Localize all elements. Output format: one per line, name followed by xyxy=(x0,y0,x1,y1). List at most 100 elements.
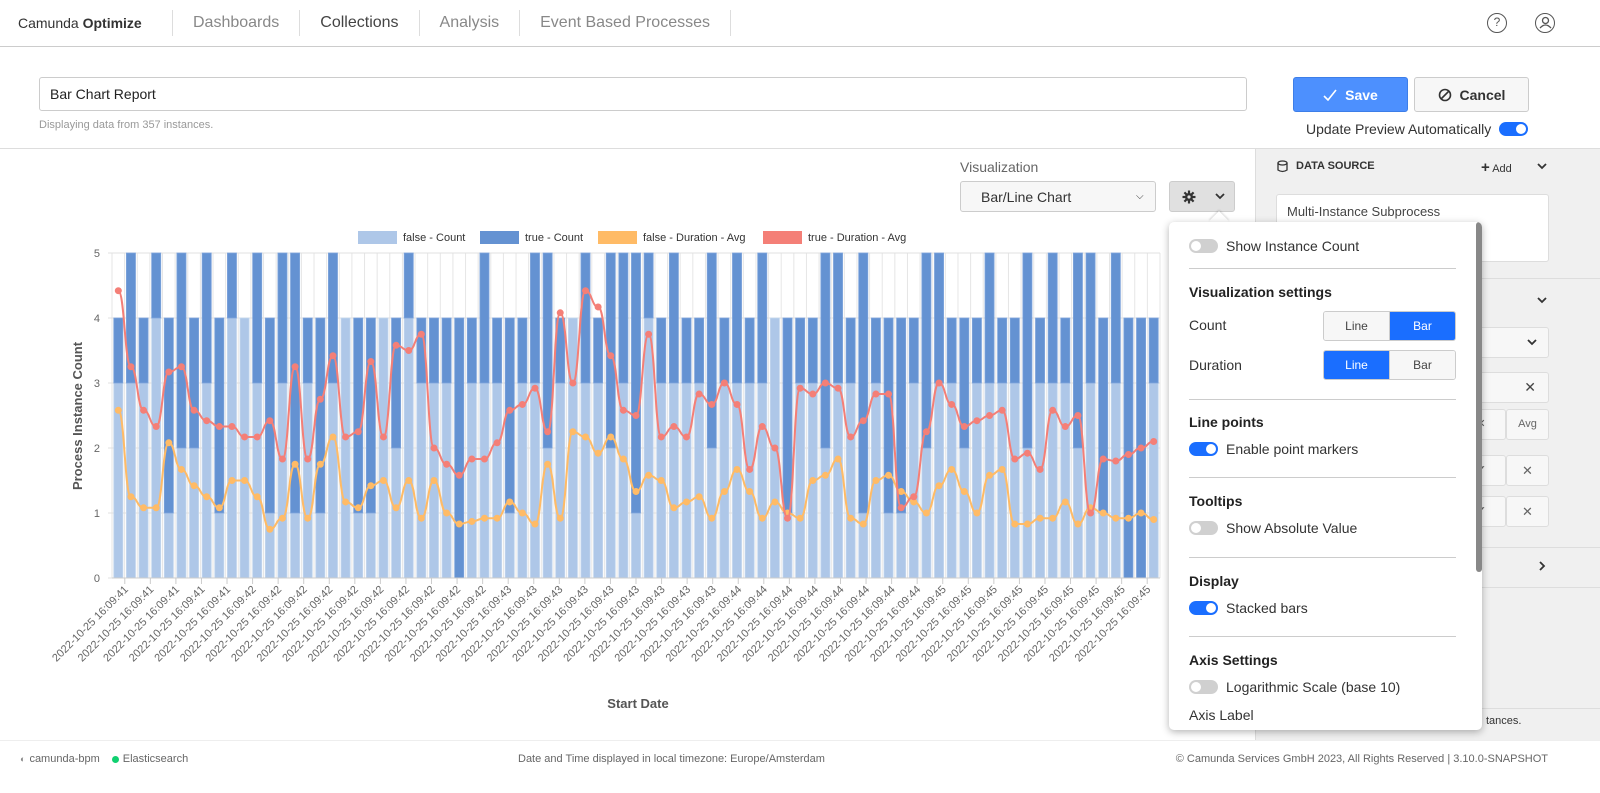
false-duration-avg-point xyxy=(872,477,880,484)
log-scale-toggle[interactable] xyxy=(1189,680,1218,694)
false-duration-avg-point xyxy=(948,465,956,473)
true-duration-avg-point xyxy=(140,406,148,414)
true-duration-avg-point xyxy=(253,433,261,441)
show-instance-count-toggle[interactable] xyxy=(1189,239,1218,253)
true-duration-avg-point xyxy=(114,287,122,295)
false-duration-avg-point xyxy=(241,477,249,484)
true-duration-avg-point xyxy=(215,423,223,431)
bar-true-count xyxy=(163,317,174,514)
true-duration-avg-point xyxy=(1074,412,1082,419)
bar-false-count xyxy=(163,512,174,579)
bar-false-count xyxy=(833,382,843,579)
remove-button[interactable]: ✕ xyxy=(1506,455,1549,486)
divider xyxy=(1189,636,1456,637)
bar-true-count xyxy=(454,317,465,579)
bar-false-count xyxy=(681,382,692,579)
false-duration-avg-point xyxy=(733,465,741,473)
add-data-source-button[interactable]: + Add xyxy=(1481,159,1512,176)
bar-true-count xyxy=(151,252,162,319)
true-duration-avg-point xyxy=(998,406,1006,414)
false-duration-avg-point xyxy=(922,509,930,517)
true-duration-avg-point xyxy=(581,287,589,295)
true-duration-avg-point xyxy=(430,444,438,452)
help-icon[interactable]: ? xyxy=(1487,13,1507,33)
y-tick-label: 3 xyxy=(94,378,100,390)
bar-true-count xyxy=(1110,252,1121,384)
bar-false-count xyxy=(227,317,237,579)
bar-true-count xyxy=(1148,317,1159,384)
true-duration-avg-point xyxy=(695,390,703,398)
bar-false-count xyxy=(441,382,452,579)
bar-false-count xyxy=(883,512,894,579)
point-markers-toggle[interactable] xyxy=(1189,442,1218,456)
true-duration-avg-point xyxy=(291,363,299,371)
avg-aggregation-button[interactable]: Avg xyxy=(1506,409,1549,440)
true-duration-avg-point xyxy=(443,460,451,468)
axis-settings-heading: Axis Settings xyxy=(1189,652,1278,668)
user-icon[interactable] xyxy=(1535,13,1555,33)
chevron-right-icon[interactable] xyxy=(1539,561,1546,571)
bar-false-count xyxy=(757,382,768,579)
true-duration-avg-point xyxy=(480,455,488,463)
true-duration-avg-point xyxy=(468,455,476,463)
bar-true-count xyxy=(908,317,919,384)
bar-false-count xyxy=(959,447,970,579)
bar-true-count xyxy=(946,317,957,384)
bar-true-count xyxy=(466,317,477,384)
bar-true-count xyxy=(201,252,212,384)
false-duration-avg-point xyxy=(1074,520,1082,528)
popover-scrollbar[interactable] xyxy=(1476,222,1482,572)
remove-button[interactable]: ✕ xyxy=(1506,496,1549,527)
false-duration-avg-point xyxy=(518,509,526,517)
true-duration-avg-point xyxy=(1099,455,1107,463)
false-duration-avg-point xyxy=(1061,498,1069,506)
false-duration-avg-point xyxy=(531,520,539,528)
save-button[interactable]: Save xyxy=(1293,77,1408,112)
false-duration-avg-point xyxy=(645,471,653,479)
true-duration-avg-point xyxy=(771,444,779,452)
bar-false-count xyxy=(1110,382,1121,579)
y-tick-label: 0 xyxy=(94,573,100,585)
instances-note: tances. xyxy=(1486,715,1522,727)
count-line-option[interactable]: Line xyxy=(1324,312,1389,340)
bar-false-count xyxy=(340,317,351,579)
true-duration-avg-point xyxy=(165,368,173,376)
true-duration-avg-point xyxy=(228,423,236,431)
bar-true-count xyxy=(782,317,793,514)
bar-false-count xyxy=(1035,382,1045,579)
bar-true-count xyxy=(517,317,528,384)
bar-true-count xyxy=(984,252,995,384)
bar-true-count xyxy=(1035,317,1045,384)
false-duration-avg-point xyxy=(278,514,286,522)
false-duration-avg-point xyxy=(430,477,438,484)
stacked-bars-toggle[interactable] xyxy=(1189,601,1218,615)
chevron-down-icon[interactable] xyxy=(1537,297,1547,304)
false-duration-avg-point xyxy=(152,504,160,512)
true-duration-avg-point xyxy=(670,423,678,431)
count-bar-option[interactable]: Bar xyxy=(1389,312,1455,340)
bar-false-count xyxy=(492,382,503,579)
absolute-value-toggle[interactable] xyxy=(1189,521,1218,535)
db-name: Elasticsearch xyxy=(122,753,189,765)
bar-true-count xyxy=(1123,317,1134,579)
y-tick-label: 5 xyxy=(94,248,100,260)
update-preview-label: Update Preview Automatically xyxy=(1306,121,1492,137)
update-preview-toggle[interactable] xyxy=(1499,122,1529,136)
duration-bar-option[interactable]: Bar xyxy=(1389,351,1455,379)
chevron-down-icon[interactable] xyxy=(1537,163,1547,170)
cancel-button[interactable]: Cancel xyxy=(1414,77,1529,112)
divider xyxy=(1189,268,1456,269)
bar-false-count xyxy=(504,512,515,579)
true-duration-avg-point xyxy=(910,493,918,501)
false-duration-avg-point xyxy=(544,460,552,468)
bar-true-count xyxy=(479,252,490,384)
stacked-bars-row: Stacked bars xyxy=(1189,600,1308,616)
false-duration-avg-point xyxy=(1112,514,1120,522)
true-duration-avg-point xyxy=(405,347,413,354)
y-tick-label: 4 xyxy=(94,313,100,325)
bar-false-count xyxy=(252,382,263,579)
false-duration-avg-point xyxy=(342,498,350,506)
false-duration-avg-point xyxy=(1049,514,1057,522)
engine-name: camunda-bpm xyxy=(29,753,100,765)
duration-line-option[interactable]: Line xyxy=(1324,351,1389,379)
